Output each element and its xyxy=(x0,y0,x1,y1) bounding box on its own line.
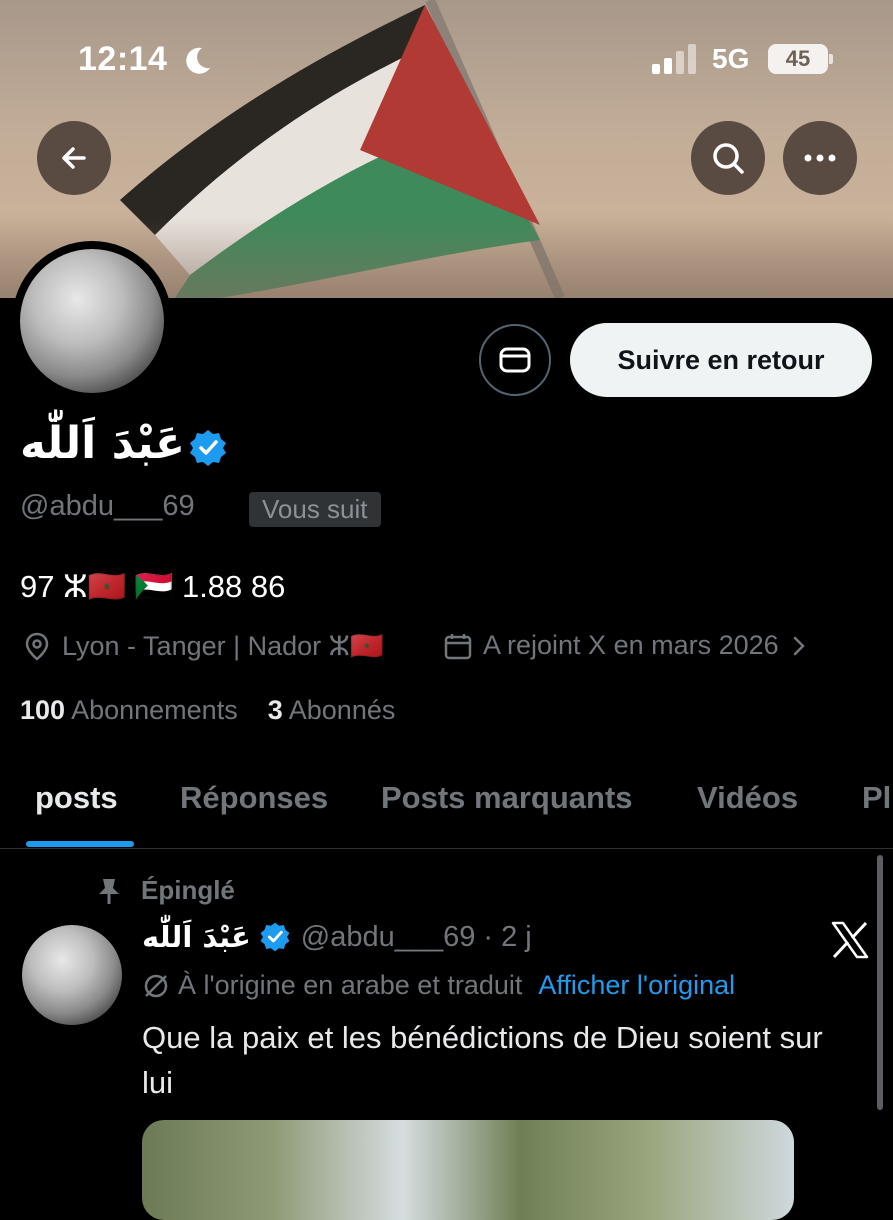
profile-handle: @abdu___69 xyxy=(20,490,195,522)
back-button[interactable] xyxy=(37,121,111,195)
more-icon xyxy=(804,154,836,162)
tab-replies[interactable]: Réponses xyxy=(180,780,328,816)
followers-stat[interactable]: 3 Abonnés xyxy=(268,695,396,725)
battery-icon: 45 xyxy=(768,44,828,74)
avatar-image xyxy=(20,249,164,393)
profile-stats: 100 Abonnements 3 Abonnés xyxy=(20,695,395,726)
verified-badge-icon xyxy=(260,922,290,952)
profile-joined[interactable]: A rejoint X en mars 2026 xyxy=(443,630,809,661)
post-author-avatar[interactable] xyxy=(22,925,122,1025)
post-author-name[interactable]: عَبْدَ اَللّٰه xyxy=(142,920,251,954)
tab-posts[interactable]: posts xyxy=(35,780,118,816)
more-options-button[interactable] xyxy=(783,121,857,195)
search-button[interactable] xyxy=(691,121,765,195)
back-arrow-icon xyxy=(62,147,86,169)
scrollbar[interactable] xyxy=(877,855,883,1110)
follow-back-button[interactable]: Suivre en retour xyxy=(570,323,872,397)
location-pin-icon xyxy=(25,632,49,661)
profile-location: Lyon - Tanger | Nador ⵣ🇲🇦 xyxy=(22,630,384,662)
profile-avatar[interactable] xyxy=(12,241,172,401)
location-text: Lyon - Tanger | Nador ⵣ🇲🇦 xyxy=(62,631,384,661)
translation-note: À l'origine en arabe et traduit xyxy=(178,970,523,1000)
network-type: 5G xyxy=(712,43,750,74)
x-logo-icon xyxy=(831,921,869,959)
pin-icon xyxy=(99,878,119,904)
active-tab-indicator xyxy=(26,841,134,847)
battery-tip xyxy=(829,54,833,64)
profile-tabs: posts Réponses Posts marquants Vidéos Pl xyxy=(0,760,893,849)
post-author-handle[interactable]: @abdu___69 · 2 j xyxy=(301,921,532,954)
joined-text: A rejoint X en mars 2026 xyxy=(483,630,779,660)
profile-display-name: عَبْدَ اَللّٰه xyxy=(20,418,185,469)
followers-label: Abonnés xyxy=(288,695,396,725)
pinned-label: Épinglé xyxy=(141,875,235,905)
status-time: 12:14 xyxy=(78,40,168,78)
search-icon xyxy=(713,143,744,174)
envelope-icon xyxy=(499,347,531,373)
post-media-image[interactable] xyxy=(142,1120,794,1220)
post-text: Que la paix et les bénédictions de Dieu … xyxy=(142,1020,823,1100)
translation-row: À l'origine en arabe et traduit Afficher… xyxy=(142,970,735,1001)
followers-count: 3 xyxy=(267,695,283,725)
tab-videos[interactable]: Vidéos xyxy=(697,780,798,816)
following-count: 100 xyxy=(20,695,66,725)
message-button[interactable] xyxy=(479,324,551,396)
following-label: Abonnements xyxy=(71,695,238,725)
show-original-link[interactable]: Afficher l'original xyxy=(538,970,735,1001)
follows-you-badge: Vous suit xyxy=(249,492,381,527)
post-header: عَبْدَ اَللّٰه @abdu___69 · 2 j xyxy=(142,920,532,954)
verified-badge-icon[interactable] xyxy=(188,428,228,468)
signal-icon xyxy=(652,44,696,74)
calendar-icon xyxy=(444,633,472,659)
moon-icon xyxy=(186,47,210,74)
profile-bio: 97 ⵣ🇲🇦 🇸🇩 1.88 86 xyxy=(20,569,286,604)
following-stat[interactable]: 100 Abonnements xyxy=(20,695,238,725)
status-bar: 12:14 5G 45 xyxy=(0,0,893,110)
translate-icon xyxy=(144,974,168,997)
pinned-label-row: Épinglé xyxy=(95,875,235,906)
tab-highlights[interactable]: Posts marquants xyxy=(381,780,633,816)
chevron-right-icon xyxy=(793,636,805,655)
tab-overflow[interactable]: Pl xyxy=(862,780,891,816)
